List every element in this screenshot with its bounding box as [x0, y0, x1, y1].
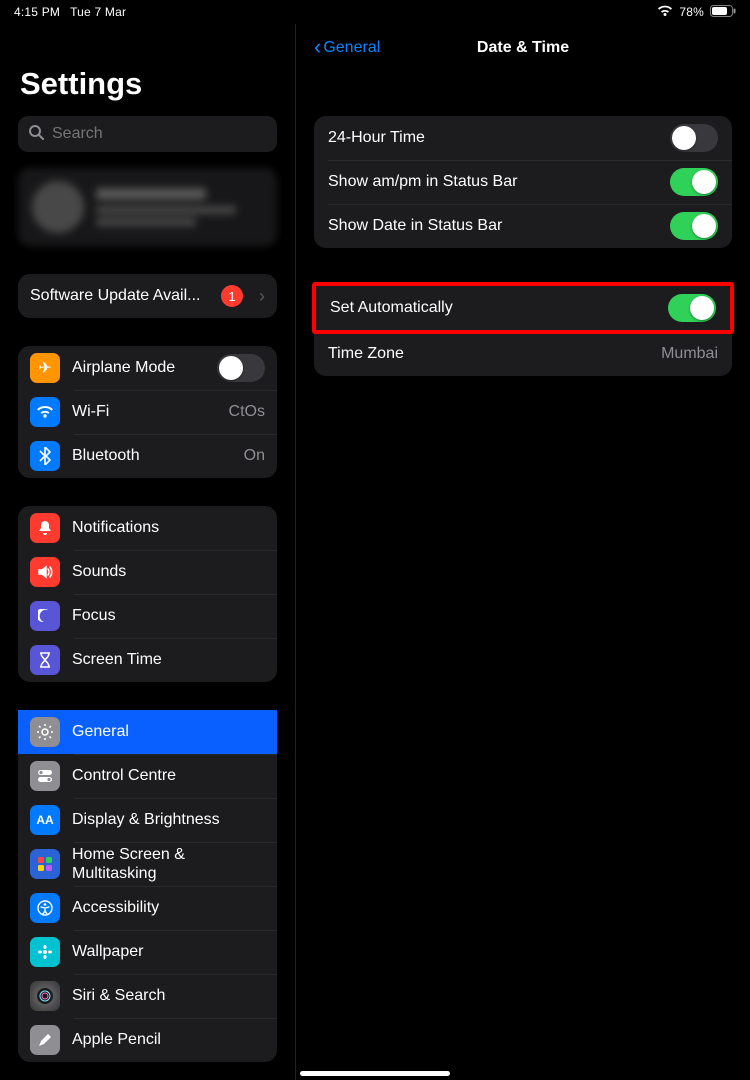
row-label: 24-Hour Time: [328, 129, 670, 147]
row-label: Screen Time: [72, 650, 265, 669]
row-set-automatically[interactable]: Set Automatically: [316, 286, 730, 330]
grid-icon: [30, 849, 60, 879]
detail-title: Date & Time: [477, 39, 569, 57]
show-date-toggle[interactable]: [670, 212, 718, 240]
sidebar-item-bluetooth[interactable]: Bluetooth On: [18, 434, 277, 478]
time-zone-group: Set Automatically Time Zone Mumbai: [314, 282, 732, 376]
switches-icon: [30, 761, 60, 791]
profile-card[interactable]: [18, 168, 277, 246]
sidebar-item-focus[interactable]: Focus: [18, 594, 277, 638]
airplane-icon: ✈︎: [30, 353, 60, 383]
sidebar-item-notifications[interactable]: Notifications: [18, 506, 277, 550]
row-label: Bluetooth: [72, 446, 232, 465]
row-label: Sounds: [72, 562, 265, 581]
text-size-icon: AA: [30, 805, 60, 835]
row-label: Home Screen & Multitasking: [72, 845, 265, 883]
row-label: Control Centre: [72, 766, 265, 785]
sidebar-item-siri[interactable]: Siri & Search: [18, 974, 277, 1018]
software-update-row[interactable]: Software Update Avail... 1 ›: [18, 274, 277, 318]
wifi-icon: [657, 5, 673, 20]
row-label: Apple Pencil: [72, 1030, 265, 1049]
avatar: [32, 181, 84, 233]
settings-sidebar: Settings Software Update Avail... 1 ›: [0, 24, 296, 1080]
row-value: CtOs: [229, 403, 265, 421]
speaker-icon: [30, 557, 60, 587]
moon-icon: [30, 601, 60, 631]
sidebar-item-control-centre[interactable]: Control Centre: [18, 754, 277, 798]
row-value: Mumbai: [661, 345, 718, 363]
24-hour-toggle[interactable]: [670, 124, 718, 152]
search-field[interactable]: [52, 125, 267, 143]
row-label: Time Zone: [328, 345, 661, 363]
battery-percent: 78%: [679, 5, 704, 19]
row-label: Show Date in Status Bar: [328, 217, 670, 235]
row-ampm-status-bar[interactable]: Show am/pm in Status Bar: [314, 160, 732, 204]
siri-icon: [30, 981, 60, 1011]
detail-pane: ‹ General Date & Time 24-Hour Time Show …: [296, 24, 750, 1080]
sidebar-item-apple-pencil[interactable]: Apple Pencil: [18, 1018, 277, 1062]
row-label: Show am/pm in Status Bar: [328, 173, 670, 191]
bell-icon: [30, 513, 60, 543]
pencil-icon: [30, 1025, 60, 1055]
row-label: Wallpaper: [72, 942, 265, 961]
detail-header: ‹ General Date & Time: [314, 26, 732, 70]
row-label: Notifications: [72, 518, 265, 537]
search-input[interactable]: [18, 116, 277, 152]
row-label: Set Automatically: [330, 299, 668, 317]
row-label: Accessibility: [72, 898, 265, 917]
sidebar-item-airplane[interactable]: ✈︎ Airplane Mode: [18, 346, 277, 390]
time-format-group: 24-Hour Time Show am/pm in Status Bar Sh…: [314, 116, 732, 248]
status-date: Tue 7 Mar: [70, 5, 126, 19]
row-label: Wi-Fi: [72, 402, 217, 421]
sidebar-item-wifi[interactable]: Wi-Fi CtOs: [18, 390, 277, 434]
home-indicator[interactable]: [300, 1071, 450, 1076]
status-time: 4:15 PM: [14, 5, 60, 19]
set-automatically-toggle[interactable]: [668, 294, 716, 322]
chevron-left-icon: ‹: [314, 36, 321, 58]
hourglass-icon: [30, 645, 60, 675]
flower-icon: [30, 937, 60, 967]
page-title: Settings: [20, 66, 277, 102]
chevron-right-icon: ›: [259, 286, 265, 307]
update-badge: 1: [221, 285, 243, 307]
sidebar-item-display[interactable]: AA Display & Brightness: [18, 798, 277, 842]
sidebar-item-accessibility[interactable]: Accessibility: [18, 886, 277, 930]
gear-icon: [30, 717, 60, 747]
row-time-zone[interactable]: Time Zone Mumbai: [314, 332, 732, 376]
sidebar-item-wallpaper[interactable]: Wallpaper: [18, 930, 277, 974]
back-button[interactable]: ‹ General: [314, 37, 380, 59]
search-icon: [28, 124, 44, 145]
row-label: Focus: [72, 606, 265, 625]
bluetooth-icon: [30, 441, 60, 471]
back-label: General: [323, 39, 380, 57]
row-value: On: [244, 447, 265, 465]
annotation-highlight: Set Automatically: [312, 282, 734, 334]
wifi-icon: [30, 397, 60, 427]
sidebar-item-sounds[interactable]: Sounds: [18, 550, 277, 594]
profile-text: [96, 188, 236, 226]
sidebar-item-general[interactable]: General: [18, 710, 277, 754]
status-bar: 4:15 PM Tue 7 Mar 78%: [0, 0, 750, 24]
sidebar-item-screentime[interactable]: Screen Time: [18, 638, 277, 682]
row-show-date-status-bar[interactable]: Show Date in Status Bar: [314, 204, 732, 248]
accessibility-icon: [30, 893, 60, 923]
row-24-hour-time[interactable]: 24-Hour Time: [314, 116, 732, 160]
row-label: Display & Brightness: [72, 810, 265, 829]
row-label: Software Update Avail...: [30, 286, 209, 305]
airplane-toggle[interactable]: [217, 354, 265, 382]
sidebar-item-home-screen[interactable]: Home Screen & Multitasking: [18, 842, 277, 886]
row-label: Airplane Mode: [72, 358, 205, 377]
row-label: Siri & Search: [72, 986, 265, 1005]
row-label: General: [72, 722, 265, 741]
ampm-toggle[interactable]: [670, 168, 718, 196]
battery-icon: [710, 5, 736, 20]
